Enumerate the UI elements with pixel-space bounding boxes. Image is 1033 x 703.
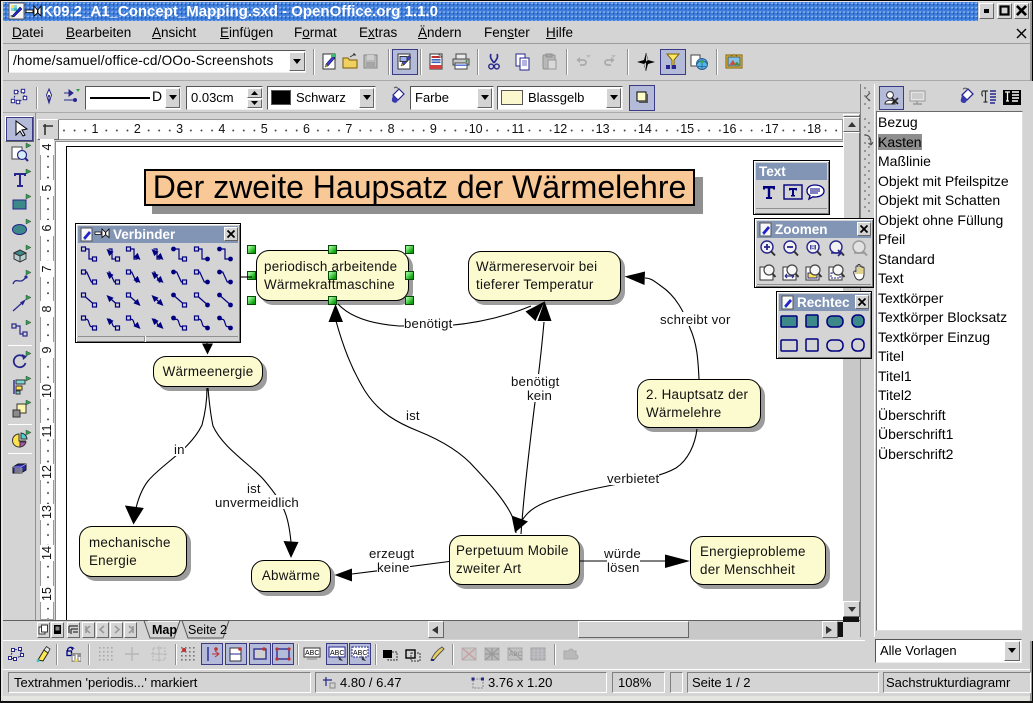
svg-text:ABC: ABC (330, 650, 344, 657)
svg-text:ABC: ABC (305, 650, 319, 657)
svg-text:ABC: ABC (353, 650, 367, 657)
